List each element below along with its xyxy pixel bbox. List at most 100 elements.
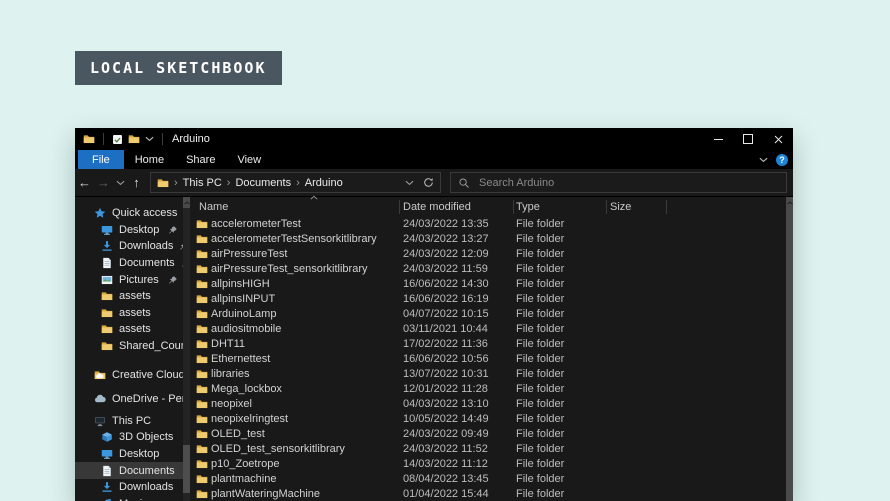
address-dropdown-icon[interactable] (405, 180, 414, 186)
sidebar-scrollbar[interactable] (183, 197, 190, 501)
column-header-type[interactable]: Type (516, 197, 540, 217)
folder-icon (196, 308, 208, 320)
file-row[interactable]: allpinsINPUT16/06/2022 16:19File folder (190, 292, 786, 307)
folder-icon (196, 263, 208, 275)
expand-ribbon-chevron-icon[interactable] (759, 157, 768, 163)
file-row[interactable]: allpinsHIGH16/06/2022 14:30File folder (190, 277, 786, 292)
file-row[interactable]: OLED_test24/03/2022 09:49File folder (190, 427, 786, 442)
column-divider[interactable] (513, 200, 514, 214)
folder-icon (101, 323, 113, 335)
column-divider[interactable] (399, 200, 400, 214)
file-type: File folder (516, 412, 564, 427)
explorer-window: Arduino FileHomeShareView ? ← → ↑ ›This … (75, 128, 793, 501)
sidebar-item-3d-objects[interactable]: 3D Objects (75, 429, 183, 446)
file-name: plantWateringMachine (211, 487, 320, 501)
search-box[interactable] (450, 172, 787, 193)
folder-icon (196, 488, 208, 500)
help-icon[interactable]: ? (776, 154, 788, 166)
file-row[interactable]: plantmachine08/04/2022 13:45File folder (190, 472, 786, 487)
sidebar-item-label: assets (119, 323, 151, 335)
file-type: File folder (516, 292, 564, 307)
file-row[interactable]: ArduinoLamp04/07/2022 10:15File folder (190, 307, 786, 322)
file-row[interactable]: p10_Zoetrope14/03/2022 11:12File folder (190, 457, 786, 472)
sidebar-item-downloads[interactable]: Downloads (75, 238, 183, 255)
file-date-modified: 24/03/2022 11:52 (403, 442, 488, 457)
sidebar-item-desktop[interactable]: Desktop (75, 222, 183, 239)
sidebar-item-pictures[interactable]: Pictures (75, 271, 183, 288)
address-bar[interactable]: ›This PC›Documents›Arduino (150, 172, 441, 193)
breadcrumb-segment-documents[interactable]: Documents (235, 177, 291, 189)
properties-icon[interactable] (112, 134, 123, 145)
column-header-name[interactable]: Name (199, 197, 228, 217)
recent-locations-dropdown-icon[interactable] (113, 180, 127, 186)
file-type: File folder (516, 262, 564, 277)
file-row[interactable]: libraries13/07/2022 10:31File folder (190, 367, 786, 382)
sidebar-item-assets[interactable]: assets (75, 288, 183, 305)
tab-file[interactable]: File (78, 150, 124, 169)
file-name: plantmachine (211, 472, 276, 487)
column-header-date-modified[interactable]: Date modified (403, 197, 471, 217)
sidebar-item-creative-cloud-files[interactable]: Creative Cloud Files (75, 366, 183, 383)
file-list-pane: Name Date modified Type Size acceleromet… (190, 197, 786, 501)
search-input[interactable] (477, 176, 779, 190)
forward-button[interactable]: → (94, 169, 113, 196)
sidebar-item-onedrive-personal[interactable]: OneDrive - Personal (75, 391, 183, 408)
titlebar-separator (162, 133, 163, 145)
tab-home[interactable]: Home (124, 150, 175, 169)
sidebar-section: OneDrive - Personal (75, 391, 183, 408)
scroll-up-icon[interactable] (786, 197, 793, 208)
sidebar-item-documents[interactable]: Documents (75, 462, 183, 479)
file-row[interactable]: Mega_lockbox12/01/2022 11:28File folder (190, 382, 786, 397)
sidebar-item-assets[interactable]: assets (75, 305, 183, 322)
folder-icon (196, 383, 208, 395)
tab-share[interactable]: Share (175, 150, 226, 169)
file-row[interactable]: airPressureTest_sensorkitlibrary24/03/20… (190, 262, 786, 277)
sidebar-item-documents[interactable]: Documents (75, 255, 183, 272)
file-row[interactable]: neopixelringtest10/05/2022 14:49File fol… (190, 412, 786, 427)
maximize-button[interactable] (733, 128, 763, 150)
titlebar[interactable]: Arduino (75, 128, 793, 150)
sidebar-item-this-pc[interactable]: This PC (75, 413, 183, 430)
file-type: File folder (516, 457, 564, 472)
list-scrollbar[interactable] (786, 197, 793, 501)
sidebar-item-downloads[interactable]: Downloads (75, 479, 183, 496)
qat-dropdown-icon[interactable] (145, 136, 154, 142)
download-icon (101, 240, 113, 252)
sidebar-item-shared-counter[interactable]: Shared_Counter (75, 338, 183, 355)
file-name: accelerometerTest (211, 217, 301, 232)
file-date-modified: 10/05/2022 14:49 (403, 412, 489, 427)
file-row[interactable]: Ethernettest16/06/2022 10:56File folder (190, 352, 786, 367)
file-date-modified: 01/04/2022 15:44 (403, 487, 489, 501)
sidebar-item-assets[interactable]: assets (75, 321, 183, 338)
column-divider[interactable] (666, 200, 667, 214)
sidebar-scrollbar-thumb[interactable] (183, 445, 190, 493)
file-row[interactable]: plantWateringMachine01/04/2022 15:44File… (190, 487, 786, 501)
maximize-icon (743, 134, 753, 144)
sidebar-item-quick-access[interactable]: Quick access (75, 205, 183, 222)
up-button[interactable]: ↑ (127, 169, 146, 196)
back-button[interactable]: ← (75, 169, 94, 196)
file-row[interactable]: audiositmobile03/11/2021 10:44File folde… (190, 322, 786, 337)
minimize-button[interactable] (703, 128, 733, 150)
breadcrumb-segment-this-pc[interactable]: This PC (183, 177, 222, 189)
refresh-icon[interactable] (423, 177, 434, 188)
column-divider[interactable] (606, 200, 607, 214)
file-type: File folder (516, 247, 564, 262)
file-row[interactable]: OLED_test_sensorkitlibrary24/03/2022 11:… (190, 442, 786, 457)
file-row[interactable]: DHT1117/02/2022 11:36File folder (190, 337, 786, 352)
file-date-modified: 08/04/2022 13:45 (403, 472, 489, 487)
file-row[interactable]: accelerometerTest24/03/2022 13:35File fo… (190, 217, 786, 232)
breadcrumb-segment-arduino[interactable]: Arduino (305, 177, 343, 189)
file-row[interactable]: accelerometerTestSensorkitlibrary24/03/2… (190, 232, 786, 247)
tab-view[interactable]: View (226, 150, 272, 169)
file-row[interactable]: airPressureTest24/03/2022 12:09File fold… (190, 247, 786, 262)
navigation-bar: ← → ↑ ›This PC›Documents›Arduino (75, 169, 793, 197)
file-row[interactable]: neopixel04/03/2022 13:10File folder (190, 397, 786, 412)
new-folder-icon[interactable] (128, 133, 140, 145)
sidebar-item-label: Documents (119, 257, 175, 269)
close-button[interactable] (763, 128, 793, 150)
sidebar-item-desktop[interactable]: Desktop (75, 446, 183, 463)
scroll-up-icon[interactable] (183, 197, 190, 208)
column-header-size[interactable]: Size (610, 197, 631, 217)
sidebar-item-music[interactable]: Music (75, 496, 183, 501)
